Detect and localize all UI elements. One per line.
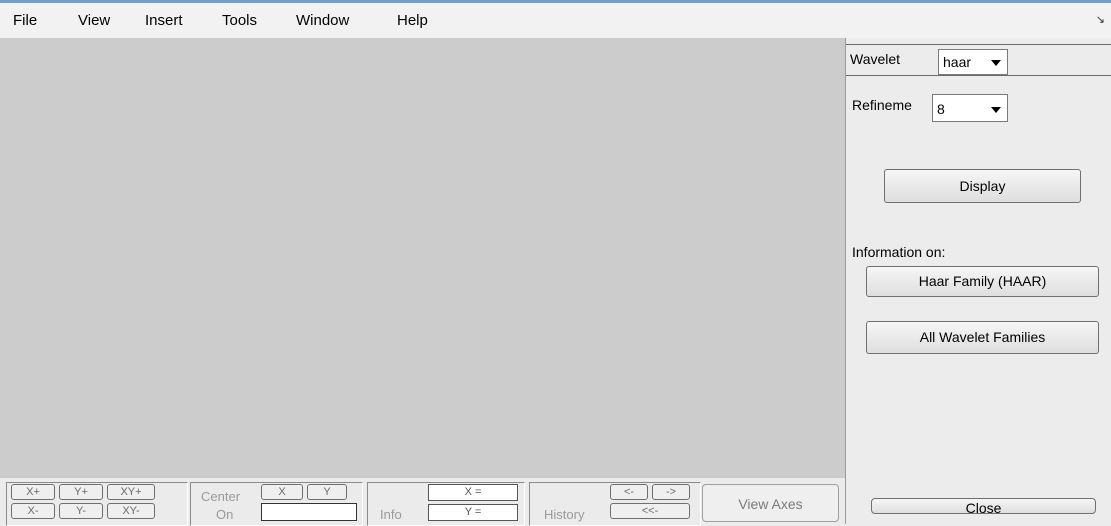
menu-file[interactable]: File (13, 12, 37, 29)
history-forward-button[interactable]: -> (652, 484, 690, 500)
dock-arrow-icon[interactable]: ↘ (1096, 13, 1105, 26)
center-x-button[interactable]: X (261, 484, 303, 500)
zoom-x-minus-button[interactable]: X- (11, 503, 55, 519)
history-group: History <- -> <<- (529, 482, 701, 526)
close-button[interactable]: Close (871, 498, 1096, 516)
refinement-select[interactable]: 8 (932, 94, 1008, 122)
refinement-label: Refineme (852, 97, 912, 113)
chevron-down-icon (991, 107, 1001, 113)
history-label: History (544, 507, 585, 522)
zoom-group: X+ Y+ XY+ X- Y- XY- (6, 482, 188, 526)
plot-area[interactable] (0, 38, 845, 478)
zoom-xy-minus-button[interactable]: XY- (107, 503, 155, 519)
info-label: Info (380, 507, 402, 522)
information-on-label: Information on: (852, 244, 946, 260)
menu-help[interactable]: Help (397, 12, 428, 29)
menu-tools[interactable]: Tools (222, 12, 257, 29)
wavelet-select[interactable]: haar (938, 49, 1008, 75)
menu-bar: File View Insert Tools Window Help ↘ (0, 0, 1111, 38)
center-on-label: On (216, 507, 234, 522)
axes-toolbar: X+ Y+ XY+ X- Y- XY- Center On X Y Info X… (0, 478, 845, 526)
side-panel: Wavelet haar Refineme 8 Display Informat… (845, 38, 1111, 524)
center-label: Center (201, 489, 241, 504)
zoom-y-minus-button[interactable]: Y- (59, 503, 103, 519)
wavelet-select-value: haar (943, 54, 972, 70)
wavelet-row: Wavelet haar (846, 44, 1111, 76)
history-first-button[interactable]: <<- (610, 503, 690, 519)
display-button[interactable]: Display (884, 169, 1081, 203)
refinement-select-value: 8 (937, 101, 945, 117)
view-axes-button[interactable]: View Axes (702, 484, 839, 522)
wavelet-label: Wavelet (850, 51, 901, 67)
haar-family-button[interactable]: Haar Family (HAAR) (866, 266, 1099, 297)
menu-window[interactable]: Window (296, 12, 349, 29)
all-wavelet-families-button[interactable]: All Wavelet Families (866, 321, 1099, 354)
zoom-x-plus-button[interactable]: X+ (11, 484, 55, 500)
center-y-button[interactable]: Y (307, 484, 347, 500)
menu-view[interactable]: View (78, 12, 110, 29)
zoom-y-plus-button[interactable]: Y+ (59, 484, 103, 500)
info-group: Info X = Y = (367, 482, 525, 526)
info-x-readout: X = (428, 484, 518, 501)
zoom-xy-plus-button[interactable]: XY+ (107, 484, 155, 500)
info-y-readout: Y = (428, 504, 518, 521)
menu-insert[interactable]: Insert (145, 12, 183, 29)
history-back-button[interactable]: <- (610, 484, 648, 500)
center-on-field[interactable] (261, 503, 357, 521)
chevron-down-icon (991, 60, 1001, 66)
center-group: Center On X Y (190, 482, 363, 526)
